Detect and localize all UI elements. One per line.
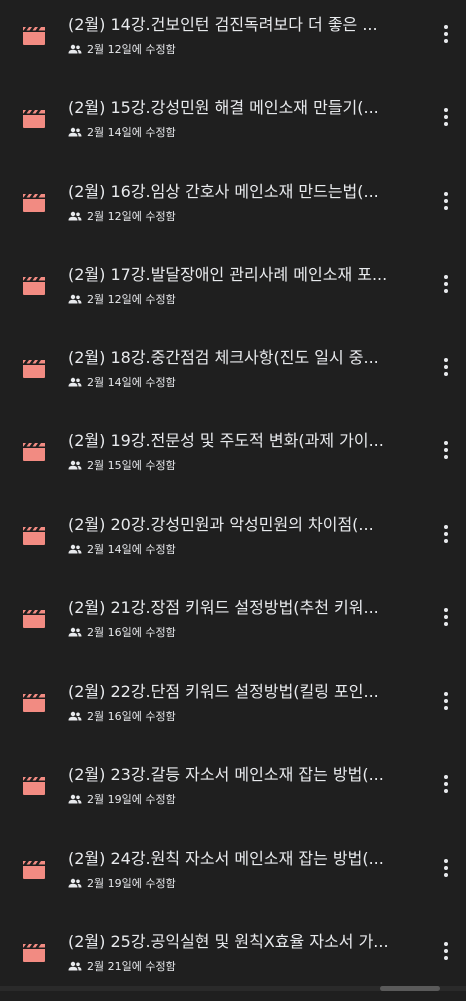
file-row[interactable]: (2월) 24강.원칙 자소서 메인소재 잡는 방법(... 2월 19일에 수… [0,848,466,918]
more-vert-icon [444,192,448,210]
video-clapperboard-icon [22,943,46,963]
more-vert-icon [444,441,448,459]
video-clapperboard-icon [22,860,46,880]
more-options-button[interactable] [434,187,458,215]
video-clapperboard-icon [22,109,46,129]
modified-date: 2월 19일에 수정함 [87,877,176,890]
people-icon [68,211,82,221]
video-clapperboard-icon [22,276,46,296]
people-icon [68,794,82,804]
video-clapperboard-icon [22,609,46,629]
file-title: (2월) 19강.전문성 및 주도적 변화(과제 가이... [68,431,384,450]
video-clapperboard-icon [22,193,46,213]
people-icon [68,878,82,888]
modified-date: 2월 21일에 수정함 [87,960,176,973]
file-title: (2월) 23강.갈등 자소서 메인소재 잡는 방법(... [68,765,384,784]
modified-date: 2월 12일에 수정함 [87,43,176,56]
video-clapperboard-icon [22,693,46,713]
file-title: (2월) 20강.강성민원과 악성민원의 차이점(... [68,515,374,534]
people-icon [68,127,82,137]
more-options-button[interactable] [434,436,458,464]
more-vert-icon [444,942,448,960]
file-row[interactable]: (2월) 17강.발달장애인 관리사례 메인소재 포... 2월 12일에 수정… [0,264,466,334]
more-options-button[interactable] [434,687,458,715]
modified-date: 2월 12일에 수정함 [87,293,176,306]
file-title: (2월) 14강.건보인턴 검진독려보다 더 좋은 ... [68,15,378,34]
more-options-button[interactable] [434,103,458,131]
modified-date: 2월 14일에 수정함 [87,376,176,389]
file-meta: 2월 12일에 수정함 [68,290,176,308]
more-vert-icon [444,525,448,543]
file-title: (2월) 21강.장점 키워드 설정방법(추천 키워... [68,598,379,617]
file-title: (2월) 25강.공익실현 및 원칙X효율 자소서 가... [68,932,389,951]
people-icon [68,544,82,554]
more-vert-icon [444,108,448,126]
modified-date: 2월 15일에 수정함 [87,459,176,472]
modified-date: 2월 16일에 수정함 [87,626,176,639]
file-meta: 2월 16일에 수정함 [68,707,176,725]
video-clapperboard-icon [22,526,46,546]
file-row[interactable]: (2월) 15강.강성민원 해결 메인소재 만들기(... 2월 14일에 수정… [0,97,466,167]
more-options-button[interactable] [434,770,458,798]
modified-date: 2월 16일에 수정함 [87,710,176,723]
file-row[interactable]: (2월) 22강.단점 키워드 설정방법(킬링 포인... 2월 16일에 수정… [0,681,466,751]
file-meta: 2월 21일에 수정함 [68,957,176,975]
file-meta: 2월 12일에 수정함 [68,207,176,225]
scroll-indicator[interactable] [380,986,440,991]
file-title: (2월) 18강.중간점검 체크사항(진도 일시 중... [68,348,379,367]
video-clapperboard-icon [22,442,46,462]
people-icon [68,460,82,470]
file-title: (2월) 17강.발달장애인 관리사례 메인소재 포... [68,265,388,284]
file-row[interactable]: (2월) 16강.임상 간호사 메인소재 만드는법(... 2월 12일에 수정… [0,181,466,251]
more-vert-icon [444,275,448,293]
file-row[interactable]: (2월) 20강.강성민원과 악성민원의 차이점(... 2월 14일에 수정함 [0,514,466,584]
file-row[interactable]: (2월) 19강.전문성 및 주도적 변화(과제 가이... 2월 15일에 수… [0,430,466,500]
people-icon [68,711,82,721]
file-meta: 2월 14일에 수정함 [68,373,176,391]
more-vert-icon [444,608,448,626]
video-clapperboard-icon [22,359,46,379]
people-icon [68,44,82,54]
file-meta: 2월 14일에 수정함 [68,540,176,558]
file-meta: 2월 19일에 수정함 [68,790,176,808]
file-title: (2월) 15강.강성민원 해결 메인소재 만들기(... [68,98,379,117]
people-icon [68,627,82,637]
video-clapperboard-icon [22,26,46,46]
video-clapperboard-icon [22,776,46,796]
file-title: (2월) 16강.임상 간호사 메인소재 만드는법(... [68,182,379,201]
file-meta: 2월 15일에 수정함 [68,456,176,474]
file-meta: 2월 12일에 수정함 [68,40,176,58]
more-vert-icon [444,358,448,376]
more-options-button[interactable] [434,520,458,548]
people-icon [68,961,82,971]
more-options-button[interactable] [434,270,458,298]
more-options-button[interactable] [434,603,458,631]
people-icon [68,294,82,304]
file-meta: 2월 19일에 수정함 [68,874,176,892]
modified-date: 2월 19일에 수정함 [87,793,176,806]
more-options-button[interactable] [434,937,458,965]
modified-date: 2월 14일에 수정함 [87,543,176,556]
more-options-button[interactable] [434,854,458,882]
modified-date: 2월 14일에 수정함 [87,126,176,139]
more-vert-icon [444,775,448,793]
more-vert-icon [444,859,448,877]
file-meta: 2월 14일에 수정함 [68,123,176,141]
file-meta: 2월 16일에 수정함 [68,623,176,641]
file-row[interactable]: (2월) 14강.건보인턴 검진독려보다 더 좋은 ... 2월 12일에 수정… [0,14,466,84]
more-vert-icon [444,692,448,710]
more-options-button[interactable] [434,353,458,381]
file-title: (2월) 24강.원칙 자소서 메인소재 잡는 방법(... [68,849,384,868]
more-vert-icon [444,25,448,43]
modified-date: 2월 12일에 수정함 [87,210,176,223]
file-title: (2월) 22강.단점 키워드 설정방법(킬링 포인... [68,682,379,701]
file-row[interactable]: (2월) 21강.장점 키워드 설정방법(추천 키워... 2월 16일에 수정… [0,597,466,667]
people-icon [68,377,82,387]
file-row[interactable]: (2월) 18강.중간점검 체크사항(진도 일시 중... 2월 14일에 수정… [0,347,466,417]
file-row[interactable]: (2월) 23강.갈등 자소서 메인소재 잡는 방법(... 2월 19일에 수… [0,764,466,834]
more-options-button[interactable] [434,20,458,48]
